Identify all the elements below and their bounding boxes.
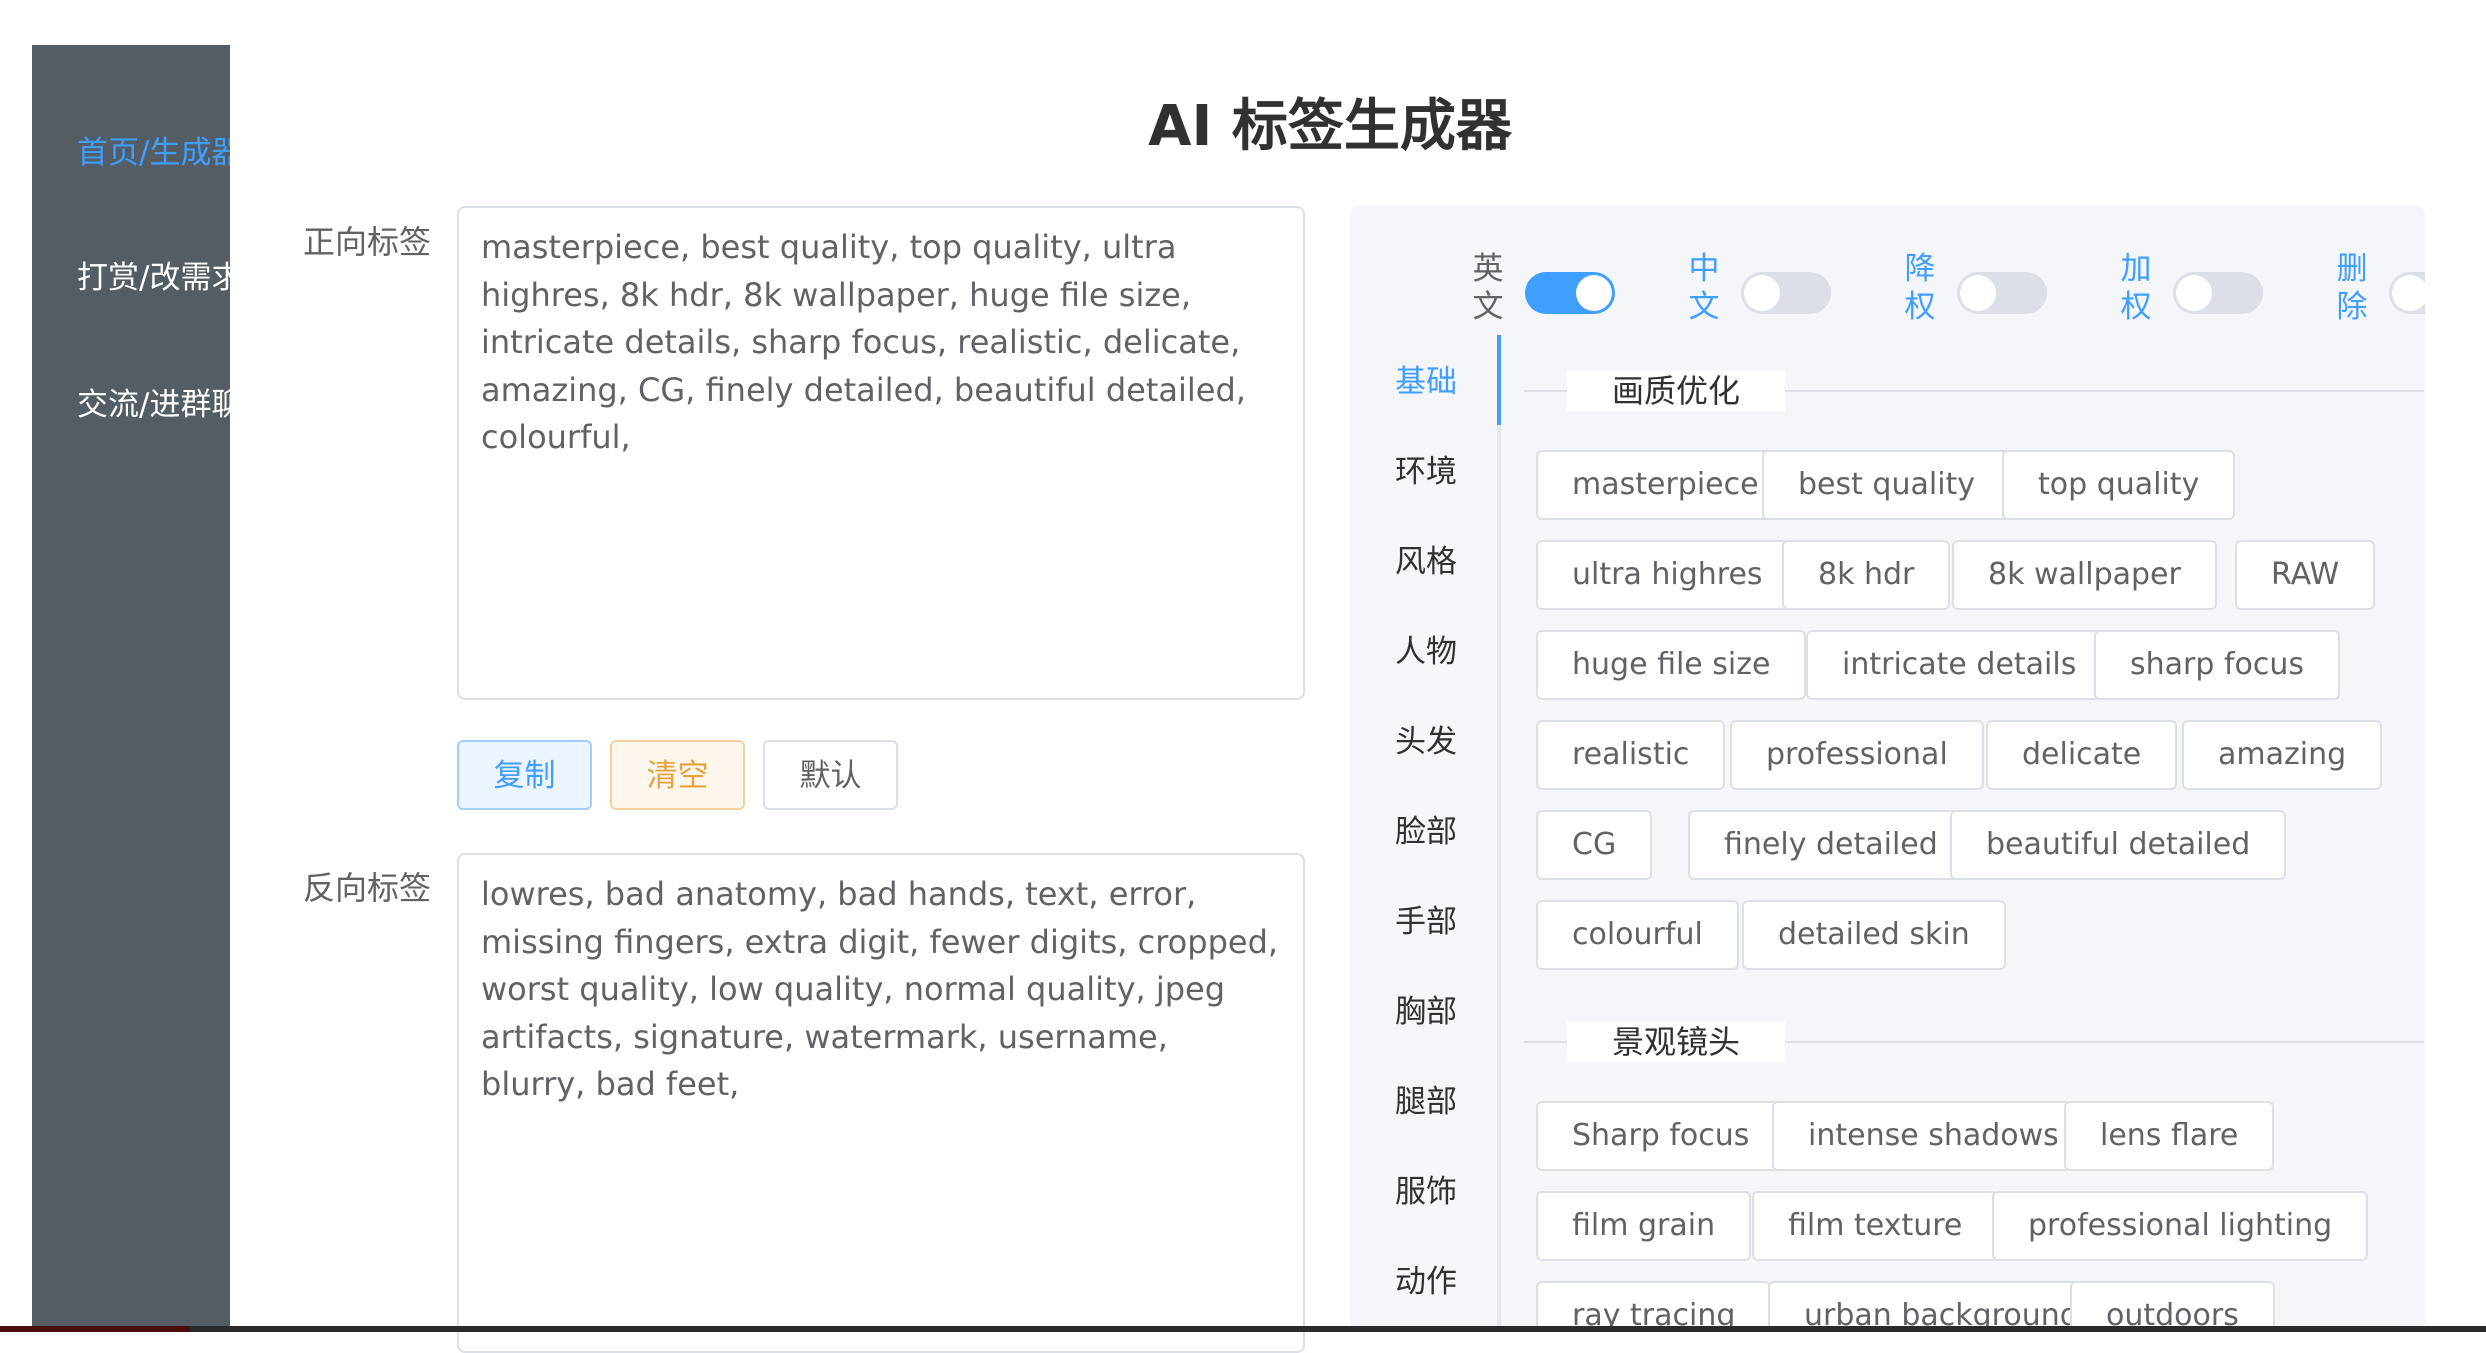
tag-button[interactable]: CG <box>1536 810 1653 880</box>
section-title-quality: 画质优化 <box>1567 371 1786 411</box>
chinese-toggle[interactable] <box>1741 272 1831 314</box>
tag-button[interactable]: delicate <box>1986 720 2178 790</box>
tag-button[interactable]: lens flare <box>2064 1101 2275 1171</box>
tag-button[interactable]: 8k hdr <box>1782 540 1951 610</box>
positive-tags-label: 正向标签 <box>303 223 432 261</box>
chinese-toggle-label: 中文 <box>1688 251 1720 325</box>
add-weight-toggle-label: 加权 <box>2120 251 2152 325</box>
tag-button[interactable]: amazing <box>2182 720 2383 790</box>
active-tab-indicator <box>1497 335 1501 425</box>
tab-hands[interactable]: 手部 <box>1395 902 1457 942</box>
negative-tags-textarea[interactable]: lowres, bad anatomy, bad hands, text, er… <box>457 853 1305 1353</box>
tab-character[interactable]: 人物 <box>1395 632 1457 672</box>
tag-button[interactable]: best quality <box>1762 450 2012 520</box>
tag-button[interactable]: Sharp focus <box>1536 1101 1786 1171</box>
page-title: AI 标签生成器 <box>1148 94 1512 159</box>
tag-button[interactable]: ultra highres <box>1536 540 1799 610</box>
copy-button[interactable]: 复制 <box>457 740 592 810</box>
tag-button[interactable]: intricate details <box>1806 630 2113 700</box>
delete-toggle[interactable] <box>2389 272 2425 314</box>
tag-button[interactable]: intense shadows <box>1772 1101 2095 1171</box>
tag-button[interactable]: 8k wallpaper <box>1952 540 2217 610</box>
toggle-knob <box>1960 275 1996 311</box>
tag-button[interactable]: realistic <box>1536 720 1726 790</box>
tag-button[interactable]: film grain <box>1536 1191 1752 1261</box>
tag-content: 画质优化 masterpiece best quality top qualit… <box>1502 335 2425 1332</box>
tag-button[interactable]: professional <box>1730 720 1984 790</box>
tag-button[interactable]: sharp focus <box>2094 630 2340 700</box>
lower-weight-toggle[interactable] <box>1957 272 2047 314</box>
clear-button[interactable]: 清空 <box>610 740 745 810</box>
tag-button[interactable]: film texture <box>1752 1191 1999 1261</box>
delete-toggle-label: 删除 <box>2336 251 2368 325</box>
tag-button[interactable]: ray tracing <box>1536 1281 1772 1332</box>
tab-environment[interactable]: 环境 <box>1395 452 1457 492</box>
tab-actions[interactable]: 动作 <box>1395 1262 1457 1302</box>
tag-button[interactable]: top quality <box>2002 450 2236 520</box>
toggle-bar: 英文 中文 降权 加权 删除 <box>1350 205 2425 335</box>
tab-hair[interactable]: 头发 <box>1395 722 1457 762</box>
english-toggle-label: 英文 <box>1472 251 1504 325</box>
section-title-scenery-lens: 景观镜头 <box>1567 1022 1786 1062</box>
tag-button[interactable]: colourful <box>1536 900 1739 970</box>
tab-chest[interactable]: 胸部 <box>1395 992 1457 1032</box>
tab-clothing[interactable]: 服饰 <box>1395 1172 1457 1212</box>
tab-style[interactable]: 风格 <box>1395 542 1457 582</box>
window-bottom-edge <box>0 1326 2486 1332</box>
tag-button[interactable]: RAW <box>2235 540 2376 610</box>
toggle-knob <box>2392 275 2425 311</box>
positive-tags-textarea[interactable]: masterpiece, best quality, top quality, … <box>457 206 1305 700</box>
tag-button[interactable]: huge file size <box>1536 630 1807 700</box>
toggle-knob <box>2176 275 2212 311</box>
category-tabs: 基础 环境 风格 人物 头发 脸部 手部 胸部 腿部 服饰 动作 <box>1350 335 1502 1332</box>
sidebar-item-donate-request[interactable]: 打赏/改需求 <box>77 258 230 298</box>
tag-button[interactable]: beautiful detailed <box>1950 810 2287 880</box>
tabs-rail <box>1497 335 1501 1332</box>
tag-button[interactable]: outdoors <box>2070 1281 2275 1332</box>
tag-button[interactable]: urban background <box>1768 1281 2115 1332</box>
sidebar-item-home-generator[interactable]: 首页/生成器 <box>77 133 230 173</box>
english-toggle[interactable] <box>1525 272 1615 314</box>
default-button[interactable]: 默认 <box>763 740 898 810</box>
lower-weight-toggle-label: 降权 <box>1904 251 1936 325</box>
tab-basic[interactable]: 基础 <box>1395 362 1457 402</box>
window-bottom-edge-accent <box>0 1326 190 1332</box>
tag-button[interactable]: professional lighting <box>1992 1191 2369 1261</box>
negative-tags-label: 反向标签 <box>303 869 432 907</box>
tag-button[interactable]: finely detailed <box>1688 810 1974 880</box>
tag-picker-panel: 英文 中文 降权 加权 删除 基础 环境 风格 人物 头发 脸部 手部 胸部 腿 <box>1350 205 2425 1332</box>
tag-button[interactable]: masterpiece <box>1536 450 1795 520</box>
tab-face[interactable]: 脸部 <box>1395 812 1457 852</box>
sidebar-nav: 首页/生成器 打赏/改需求 交流/进群聊 <box>32 45 230 1332</box>
tag-button[interactable]: detailed skin <box>1742 900 2006 970</box>
tab-legs[interactable]: 腿部 <box>1395 1082 1457 1122</box>
toggle-knob <box>1744 275 1780 311</box>
add-weight-toggle[interactable] <box>2173 272 2263 314</box>
sidebar-item-community-chat[interactable]: 交流/进群聊 <box>77 385 230 425</box>
toggle-knob <box>1576 275 1612 311</box>
